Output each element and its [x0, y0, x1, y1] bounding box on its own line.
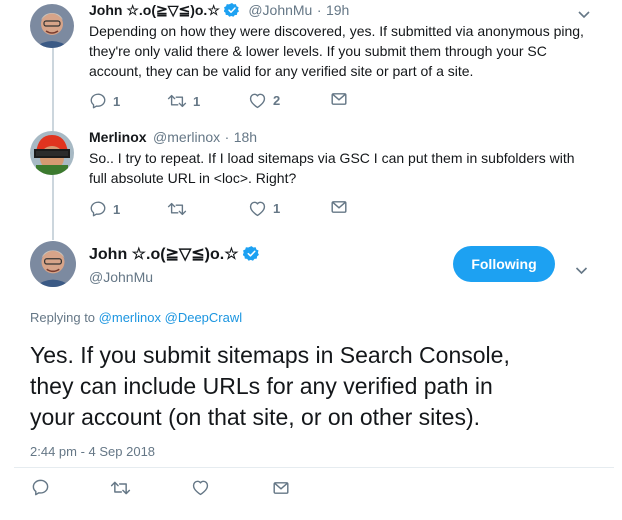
dm-icon [331, 92, 347, 106]
dm-icon [331, 200, 347, 214]
tweet-text: So.. I try to repeat. If I load sitemaps… [89, 148, 575, 188]
text-line: they can include URLs for any verified p… [30, 373, 493, 399]
chevron-down-icon[interactable] [575, 262, 588, 280]
text-line: they're only valid there & lower levels.… [89, 43, 547, 59]
like-icon [191, 479, 210, 496]
timestamp[interactable]: 19h [326, 2, 349, 18]
retweet-count: 1 [193, 93, 201, 109]
avatar[interactable] [30, 4, 74, 48]
tweet-text: Depending on how they were discovered, y… [89, 21, 584, 81]
like-icon [248, 200, 267, 217]
text-line: So.. I try to repeat. If I load sitemaps… [89, 150, 575, 166]
tweet-merlinox[interactable]: Merlinox @merlinox · 18h So.. I try to r… [0, 120, 622, 230]
retweet-button[interactable]: 1 [167, 92, 200, 110]
reply-icon [31, 478, 50, 497]
dm-button[interactable] [331, 92, 347, 106]
avatar[interactable] [30, 241, 76, 287]
retweet-button[interactable] [110, 479, 131, 497]
dm-button[interactable] [273, 481, 289, 495]
display-name[interactable]: Merlinox [89, 129, 147, 145]
like-button[interactable]: 1 [248, 200, 280, 217]
timestamp[interactable]: 18h [234, 129, 257, 145]
text-line: full absolute URL in <loc>. Right? [89, 170, 297, 186]
retweet-button[interactable] [167, 200, 193, 218]
handle[interactable]: @merlinox [153, 129, 220, 145]
like-button[interactable]: 2 [248, 92, 280, 109]
dm-icon [273, 481, 289, 495]
handle[interactable]: @JohnMu [89, 269, 153, 285]
handle[interactable]: @JohnMu [248, 2, 312, 18]
replying-to: Replying to @merlinox @DeepCrawl [30, 310, 242, 325]
separator: · [316, 2, 322, 18]
text-line: Yes. If you submit sitemaps in Search Co… [30, 342, 510, 368]
main-tweet-text: Yes. If you submit sitemaps in Search Co… [30, 340, 510, 433]
reply-button[interactable]: 1 [89, 200, 120, 218]
dm-button[interactable] [331, 200, 347, 214]
reply-button[interactable] [31, 478, 50, 497]
reply-button[interactable]: 1 [89, 92, 120, 110]
replying-label: Replying to [30, 310, 96, 325]
like-count: 2 [273, 93, 281, 108]
retweet-icon [167, 200, 187, 218]
reply-icon [89, 200, 107, 218]
text-line: your account (on that site, or on other … [30, 404, 481, 430]
verified-icon [242, 245, 260, 267]
retweet-icon [110, 479, 131, 497]
like-button[interactable] [191, 479, 210, 496]
text-line: account, they can be valid for any verif… [89, 63, 474, 79]
mention-link[interactable]: @merlinox [99, 310, 161, 325]
retweet-icon [167, 92, 187, 110]
tweet-header: Merlinox @merlinox · 18h [89, 129, 257, 147]
reply-count: 1 [113, 201, 121, 217]
verified-icon [223, 2, 240, 23]
mention-link[interactable]: @DeepCrawl [165, 310, 243, 325]
avatar[interactable] [30, 131, 74, 175]
like-icon [248, 92, 267, 109]
text-line: Depending on how they were discovered, y… [89, 23, 584, 39]
display-name[interactable]: John ☆.o(≧▽≦)o.☆ [89, 246, 239, 263]
divider [14, 467, 614, 468]
following-button[interactable]: Following [453, 246, 555, 282]
display-name[interactable]: John ☆.o(≧▽≦)o.☆ [89, 2, 220, 18]
tweet-header: John ☆.o(≧▽≦)o.☆ @JohnMu · 19h [89, 2, 349, 23]
separator: · [224, 129, 230, 145]
like-count: 1 [273, 201, 281, 216]
reply-icon [89, 92, 107, 110]
reply-count: 1 [113, 93, 121, 109]
author-header: John ☆.o(≧▽≦)o.☆ [89, 244, 260, 267]
tweet-john-1[interactable]: John ☆.o(≧▽≦)o.☆ @JohnMu · 19h Depending… [0, 0, 622, 115]
tweet-timestamp[interactable]: 2:44 pm - 4 Sep 2018 [30, 444, 155, 459]
